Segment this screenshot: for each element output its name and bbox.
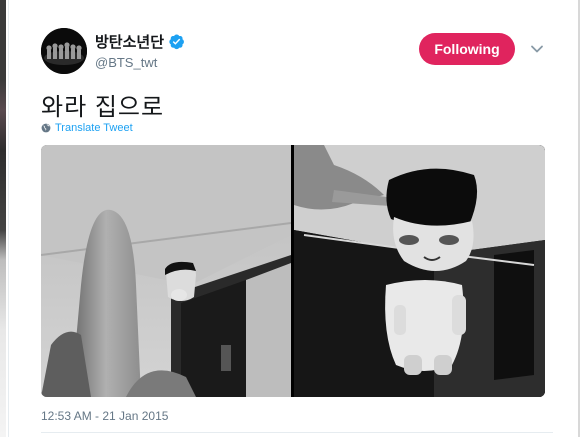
background-edge <box>0 0 6 437</box>
display-name[interactable]: 방탄소년단 <box>95 31 164 52</box>
media-grid <box>41 145 545 397</box>
following-button[interactable]: Following <box>419 33 515 65</box>
divider <box>41 432 553 433</box>
photo-plush-on-hanger[interactable] <box>294 145 545 397</box>
globe-icon <box>41 123 51 133</box>
name-row: 방탄소년단 <box>95 31 185 52</box>
tweet-timestamp[interactable]: 12:53 AM - 21 Jan 2015 <box>41 409 168 423</box>
avatar[interactable] <box>41 28 87 74</box>
chevron-down-icon[interactable] <box>529 41 545 57</box>
verified-badge-icon <box>169 34 184 50</box>
user-handle[interactable]: @BTS_twt <box>95 55 157 70</box>
tweet-card: 방탄소년단 @BTS_twt Following 와라 집으로 Translat… <box>8 0 579 437</box>
translate-tweet-link[interactable]: Translate Tweet <box>41 122 133 134</box>
photo-hand-and-plush[interactable] <box>41 145 291 397</box>
translate-label: Translate Tweet <box>55 122 133 134</box>
avatar-photo <box>41 28 87 74</box>
tweet-text: 와라 집으로 <box>41 94 165 121</box>
